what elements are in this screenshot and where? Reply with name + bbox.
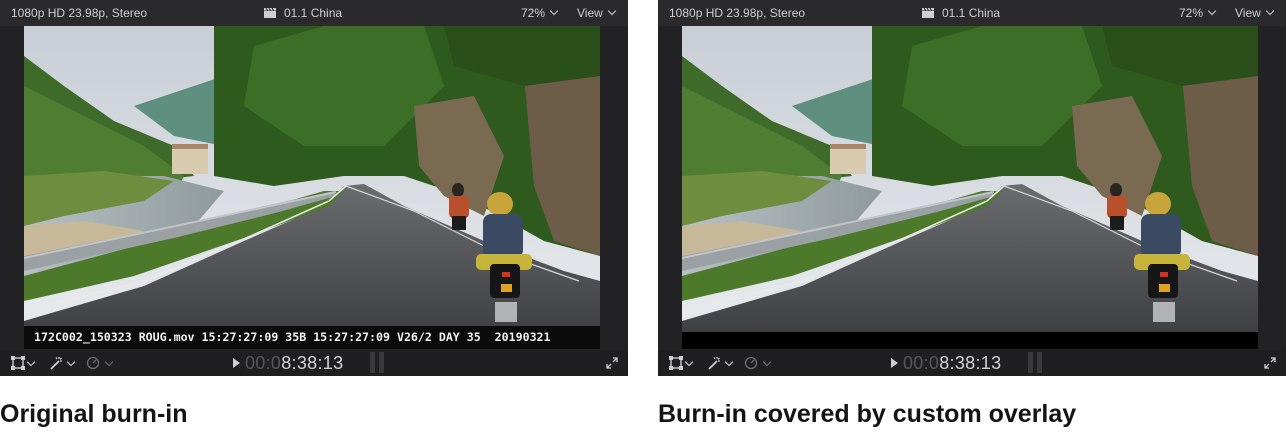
timecode-display: 00:08:38:13 bbox=[903, 350, 1001, 376]
clip-title: 01.1 China bbox=[922, 0, 1000, 26]
chevron-down-icon[interactable] bbox=[66, 357, 76, 367]
timecode-display: 00:08:38:13 bbox=[245, 350, 343, 376]
zoom-menu[interactable]: 72% bbox=[1179, 0, 1217, 26]
clapperboard-icon bbox=[264, 8, 276, 18]
video-image bbox=[682, 26, 1258, 349]
caption-original: Original burn-in bbox=[0, 400, 188, 428]
video-frame[interactable]: 172C002_150323 ROUG.mov 15:27:27:09 35B … bbox=[24, 26, 600, 349]
clip-title: 01.1 China bbox=[264, 0, 342, 26]
view-menu[interactable]: View bbox=[1235, 0, 1275, 26]
zoom-menu[interactable]: 72% bbox=[521, 0, 559, 26]
format-info: 1080p HD 23.98p, Stereo bbox=[669, 6, 806, 20]
transform-icon[interactable] bbox=[11, 356, 25, 370]
timecode-value: 8:38:13 bbox=[281, 353, 344, 373]
viewer-controls: 00:08:38:13 bbox=[658, 350, 1286, 376]
play-icon[interactable] bbox=[891, 358, 898, 368]
timecode-value: 8:38:13 bbox=[939, 353, 1002, 373]
burn-in-text: 172C002_150323 ROUG.mov 15:27:27:09 35B … bbox=[24, 326, 600, 349]
clip-name: 01.1 China bbox=[942, 6, 1001, 20]
chevron-down-icon[interactable] bbox=[762, 357, 772, 367]
caption-overlay: Burn-in covered by custom overlay bbox=[658, 400, 1077, 428]
viewer-header: 1080p HD 23.98p, Stereo 01.1 China 72% V… bbox=[658, 0, 1286, 26]
chevron-down-icon[interactable] bbox=[104, 357, 114, 367]
clapperboard-icon bbox=[922, 8, 934, 18]
zoom-value: 72% bbox=[521, 6, 546, 20]
view-menu[interactable]: View bbox=[577, 0, 617, 26]
magic-wand-icon[interactable] bbox=[706, 356, 722, 370]
speed-gauge-icon[interactable] bbox=[744, 356, 758, 370]
fullscreen-icon[interactable] bbox=[1264, 356, 1276, 370]
chevron-down-icon[interactable] bbox=[26, 357, 36, 367]
chevron-down-icon[interactable] bbox=[684, 357, 694, 367]
chevron-down-icon bbox=[1265, 6, 1275, 16]
fullscreen-icon[interactable] bbox=[606, 356, 618, 370]
clip-name: 01.1 China bbox=[284, 6, 343, 20]
audio-meter-left bbox=[370, 352, 375, 373]
viewer-overlay: 1080p HD 23.98p, Stereo 01.1 China 72% V… bbox=[658, 0, 1286, 376]
chevron-down-icon bbox=[1207, 6, 1217, 16]
format-info: 1080p HD 23.98p, Stereo bbox=[11, 6, 148, 20]
chevron-down-icon[interactable] bbox=[724, 357, 734, 367]
transform-icon[interactable] bbox=[669, 356, 683, 370]
viewer-header: 1080p HD 23.98p, Stereo 01.1 China 72% V… bbox=[0, 0, 628, 26]
play-icon[interactable] bbox=[233, 358, 240, 368]
custom-overlay bbox=[682, 332, 1258, 349]
chevron-down-icon bbox=[549, 6, 559, 16]
timecode-leading: 00:0 bbox=[903, 353, 940, 373]
speed-gauge-icon[interactable] bbox=[86, 356, 100, 370]
magic-wand-icon[interactable] bbox=[48, 356, 64, 370]
video-image bbox=[24, 26, 600, 349]
audio-meter-right bbox=[1037, 352, 1042, 373]
viewer-original: 1080p HD 23.98p, Stereo 01.1 China 72% V… bbox=[0, 0, 628, 376]
timecode-leading: 00:0 bbox=[245, 353, 282, 373]
viewer-controls: 00:08:38:13 bbox=[0, 350, 628, 376]
video-frame[interactable] bbox=[682, 26, 1258, 349]
chevron-down-icon bbox=[607, 6, 617, 16]
audio-meter-right bbox=[379, 352, 384, 373]
view-menu-label: View bbox=[1235, 6, 1261, 20]
view-menu-label: View bbox=[577, 6, 603, 20]
zoom-value: 72% bbox=[1179, 6, 1204, 20]
audio-meter-left bbox=[1028, 352, 1033, 373]
